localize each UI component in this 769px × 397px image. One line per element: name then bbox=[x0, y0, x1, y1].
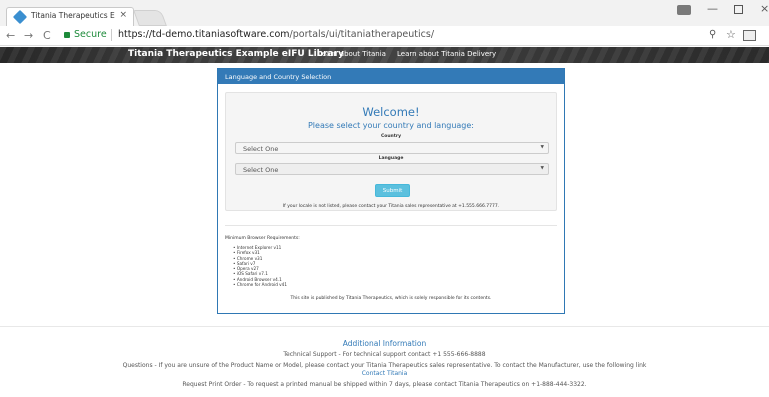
welcome-heading: Welcome! bbox=[362, 105, 420, 119]
panel-divider bbox=[225, 225, 557, 226]
browser-tab-strip: Titania Therapeutics Exa × — × bbox=[0, 0, 769, 26]
site-banner: Titania Therapeutics Example eIFU Librar… bbox=[0, 47, 769, 63]
reload-icon[interactable]: C bbox=[43, 29, 51, 42]
lock-icon bbox=[64, 32, 70, 38]
questions-text: Questions - If you are unsure of the Pro… bbox=[0, 362, 769, 378]
url-separator bbox=[111, 29, 112, 41]
questions-body: Questions - If you are unsure of the Pro… bbox=[122, 362, 647, 369]
country-label: Country bbox=[380, 134, 402, 139]
language-label: Language bbox=[378, 156, 404, 161]
tab-close-icon[interactable]: × bbox=[119, 10, 127, 20]
tech-support-text: Technical Support - For technical suppor… bbox=[283, 351, 486, 358]
tab-title: Titania Therapeutics Exa bbox=[31, 11, 115, 20]
country-select[interactable]: Select One ▼ bbox=[235, 142, 549, 154]
language-select[interactable]: Select One ▼ bbox=[235, 163, 549, 175]
forward-arrow-icon[interactable]: → bbox=[24, 29, 33, 42]
url-host: https://td-demo.titaniasoftware.com bbox=[118, 29, 290, 40]
language-select-value: Select One bbox=[243, 166, 279, 174]
language-country-panel: Language and Country Selection Welcome! … bbox=[217, 68, 565, 314]
submit-button[interactable]: Submit bbox=[375, 184, 410, 197]
window-close-button[interactable]: × bbox=[760, 2, 769, 15]
window-maximize-button[interactable] bbox=[734, 5, 743, 14]
requirements-title: Minimum Browser Requirements: bbox=[225, 236, 300, 241]
learn-about-delivery-link[interactable]: Learn about Titania Delivery bbox=[397, 50, 496, 58]
learn-about-titania-link[interactable]: Learn about Titania bbox=[318, 50, 386, 58]
url-input[interactable]: https://td-demo.titaniasoftware.com/port… bbox=[118, 29, 434, 40]
user-profile-icon[interactable] bbox=[677, 5, 691, 15]
contact-titania-link[interactable]: Contact Titania bbox=[362, 370, 408, 377]
selection-well: Welcome! Please select your country and … bbox=[225, 92, 557, 211]
star-icon[interactable]: ☆ bbox=[726, 28, 736, 41]
chevron-down-icon: ▼ bbox=[540, 166, 544, 171]
country-select-value: Select One bbox=[243, 145, 279, 153]
print-order-text: Request Print Order - To request a print… bbox=[182, 381, 587, 388]
diamond-favicon-icon bbox=[12, 9, 28, 25]
url-path: /portals/ui/titaniatherapeutics/ bbox=[289, 29, 435, 40]
window-minimize-button[interactable]: — bbox=[707, 2, 718, 15]
address-bar: ← → C Secure https://td-demo.titaniasoft… bbox=[0, 26, 769, 46]
footer-divider bbox=[0, 326, 769, 327]
new-tab-button[interactable] bbox=[133, 10, 167, 26]
additional-info-heading: Additional Information bbox=[342, 339, 427, 348]
list-item: Chrome for Android v41 bbox=[233, 282, 287, 287]
chevron-down-icon: ▼ bbox=[540, 145, 544, 150]
published-note: This site is published by Titania Therap… bbox=[290, 296, 492, 301]
welcome-subtitle: Please select your country and language: bbox=[307, 121, 475, 130]
back-arrow-icon[interactable]: ← bbox=[6, 29, 15, 42]
extension-icon[interactable] bbox=[743, 30, 756, 41]
browser-tab[interactable]: Titania Therapeutics Exa × bbox=[6, 7, 134, 26]
requirements-list: Internet Explorer v11 Firefox v31 Chrome… bbox=[233, 245, 287, 287]
secure-label: Secure bbox=[74, 29, 107, 40]
site-title[interactable]: Titania Therapeutics Example eIFU Librar… bbox=[128, 49, 344, 59]
zoom-icon[interactable]: ⚲ bbox=[709, 29, 716, 40]
panel-heading: Language and Country Selection bbox=[218, 69, 564, 84]
locale-notice: If your locale is not listed, please con… bbox=[282, 204, 500, 209]
